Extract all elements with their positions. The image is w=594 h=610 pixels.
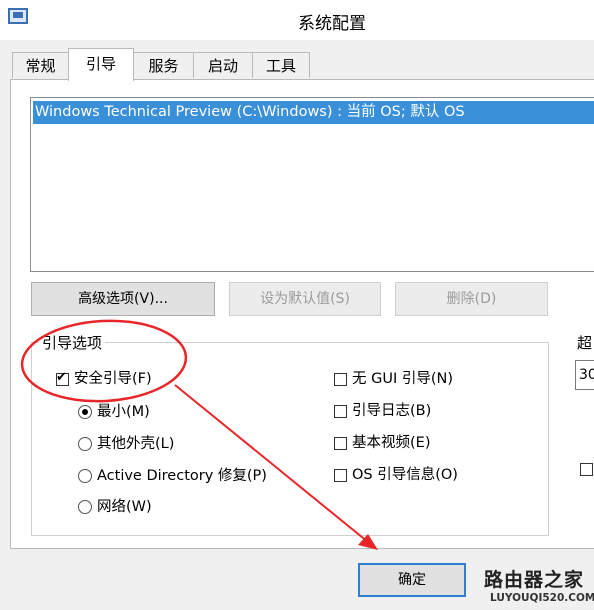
tab-boot[interactable]: 引导: [68, 48, 134, 81]
make-permanent-checkbox[interactable]: [580, 463, 593, 476]
title-bar: 系统配置: [0, 0, 594, 40]
delete-button[interactable]: 删除(D): [395, 282, 548, 316]
radio-ad-repair[interactable]: [78, 469, 92, 483]
safe-boot-label[interactable]: 安全引导(F): [74, 370, 152, 388]
radio-alternate-shell[interactable]: [78, 437, 92, 451]
window-title: 系统配置: [298, 14, 366, 34]
radio-alternate-shell-label[interactable]: 其他外壳(L): [97, 435, 174, 453]
watermark-url: LUYOUQI520.COM: [490, 592, 594, 604]
tab-general[interactable]: 常规: [12, 52, 69, 78]
radio-ad-repair-label[interactable]: Active Directory 修复(P): [97, 467, 267, 485]
no-gui-boot-checkbox[interactable]: [334, 373, 347, 386]
radio-minimal[interactable]: [78, 405, 92, 419]
safe-boot-checkbox[interactable]: [56, 370, 69, 386]
tab-services[interactable]: 服务: [133, 52, 194, 78]
boot-log-checkbox[interactable]: [334, 405, 347, 418]
radio-network[interactable]: [78, 500, 92, 514]
set-default-button[interactable]: 设为默认值(S): [229, 282, 381, 316]
radio-network-label[interactable]: 网络(W): [97, 498, 152, 516]
watermark-title: 路由器之家: [484, 569, 585, 591]
timeout-input[interactable]: 30: [575, 360, 594, 390]
advanced-options-button[interactable]: 高级选项(V)...: [31, 282, 215, 316]
no-gui-boot-label[interactable]: 无 GUI 引导(N): [352, 370, 453, 388]
ok-button[interactable]: 确定: [358, 563, 466, 597]
boot-options-label: 引导选项: [39, 332, 106, 353]
os-boot-info-checkbox[interactable]: [334, 469, 347, 482]
base-video-label[interactable]: 基本视频(E): [352, 434, 430, 452]
os-list-item[interactable]: Windows Technical Preview (C:\Windows) :…: [33, 101, 594, 124]
tab-tools[interactable]: 工具: [252, 52, 310, 78]
os-boot-info-label[interactable]: OS 引导信息(O): [352, 466, 458, 484]
base-video-checkbox[interactable]: [334, 437, 347, 450]
tab-startup[interactable]: 启动: [193, 52, 253, 78]
boot-log-label[interactable]: 引导日志(B): [352, 402, 431, 420]
timeout-label: 超: [577, 334, 593, 352]
radio-minimal-label[interactable]: 最小(M): [97, 403, 150, 421]
